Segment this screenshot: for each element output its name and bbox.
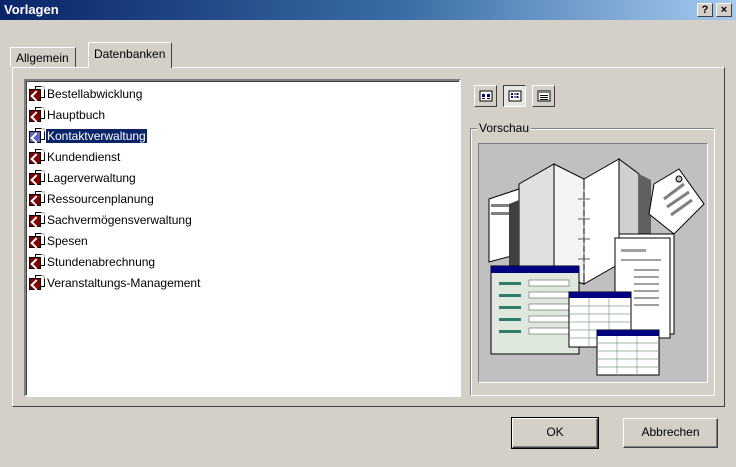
access-database-icon: [29, 212, 45, 228]
preview-label: Vorschau: [477, 121, 532, 135]
window-title: Vorlagen: [4, 2, 59, 17]
tab-datenbanken-label: Datenbanken: [94, 47, 166, 61]
tab-allgemein[interactable]: Allgemein: [10, 47, 76, 67]
database-template-illustration: [488, 158, 705, 376]
access-database-icon: [29, 107, 45, 123]
details-view-button[interactable]: [532, 85, 555, 107]
list-view-icon: [508, 90, 522, 102]
large-icons-button[interactable]: [474, 85, 497, 107]
access-database-icon: [29, 149, 45, 165]
access-database-icon: [29, 233, 45, 249]
cancel-button[interactable]: Abbrechen: [623, 418, 718, 448]
access-database-icon: [29, 128, 45, 144]
access-database-icon: [29, 275, 45, 291]
tab-allgemein-label: Allgemein: [16, 51, 69, 65]
large-icons-icon: [479, 90, 493, 102]
access-database-icon: [29, 86, 45, 102]
access-database-icon: [29, 170, 45, 186]
list-view-button[interactable]: [503, 85, 526, 107]
close-button[interactable]: ×: [716, 3, 732, 17]
ok-button[interactable]: OK: [511, 417, 599, 449]
tab-datenbanken[interactable]: Datenbanken: [88, 42, 173, 68]
preview-image: [478, 143, 708, 383]
help-button[interactable]: ?: [697, 3, 713, 17]
access-database-icon: [29, 191, 45, 207]
access-database-icon: [29, 254, 45, 270]
template-list[interactable]: Bestellabwicklung Hauptbuch Kontaktverwa…: [24, 79, 461, 397]
title-bar[interactable]: Vorlagen ? ×: [0, 0, 736, 20]
details-view-icon: [537, 90, 551, 102]
